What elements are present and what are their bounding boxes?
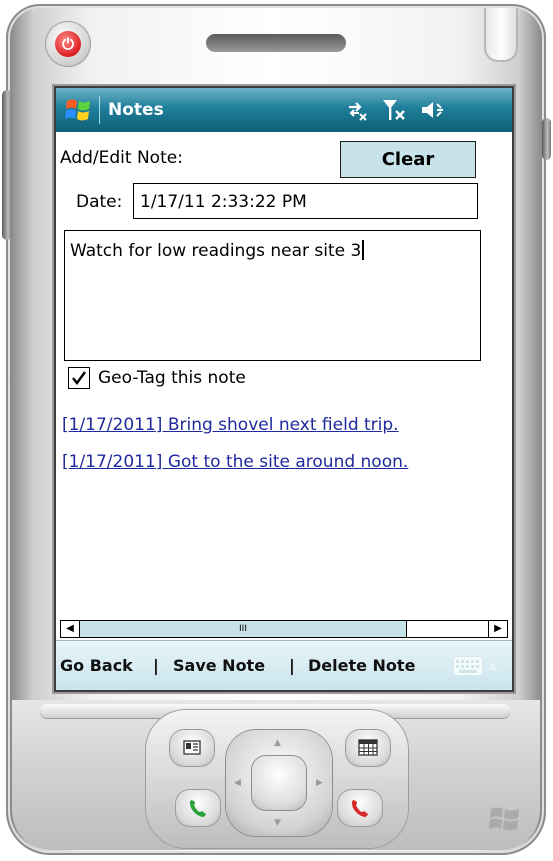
save-note-button[interactable]: Save Note (173, 641, 265, 690)
app-title: Notes (108, 100, 164, 120)
note-text: Watch for low readings near site 3 (70, 241, 362, 261)
menu-bar: Go Back | Save Note | Delete Note ▲ (56, 640, 512, 690)
side-button-left[interactable] (2, 90, 12, 240)
menu-separator: | (153, 656, 159, 675)
calendar-key[interactable] (346, 730, 390, 766)
title-bar: Notes (56, 88, 512, 132)
title-separator (99, 96, 100, 124)
date-value: 1/17/11 2:33:22 PM (140, 192, 307, 212)
side-button-right[interactable] (542, 118, 551, 160)
speaker-grille (206, 34, 346, 52)
end-call-key[interactable] (338, 790, 382, 826)
signal-off-icon[interactable] (381, 98, 407, 122)
dpad-right-icon[interactable]: ▶ (316, 778, 323, 788)
text-caret (362, 240, 365, 260)
scroll-right-arrow[interactable]: ▶ (488, 621, 507, 637)
dpad-down-icon[interactable]: ▼ (274, 818, 281, 828)
contact-card-icon (183, 740, 201, 755)
call-key[interactable] (176, 790, 220, 826)
power-button[interactable]: ⏻ (46, 22, 90, 66)
chevron-up-icon[interactable]: ▲ (488, 658, 497, 672)
go-back-button[interactable]: Go Back (60, 641, 133, 690)
form-heading: Add/Edit Note: (60, 148, 183, 168)
note-list-item[interactable]: [1/17/2011] Got to the site around noon. (62, 452, 408, 472)
screen: Notes Add/Edit Note: Clear Date: 1/17/11… (56, 88, 512, 690)
horizontal-scrollbar[interactable]: ◀ III ▶ (60, 620, 508, 638)
status-icons (346, 98, 454, 124)
geotag-label[interactable]: Geo-Tag this note (98, 368, 246, 388)
scrollbar-thumb[interactable]: III (80, 621, 407, 637)
clear-button[interactable]: Clear (340, 141, 476, 178)
dpad-select-button[interactable] (252, 756, 306, 810)
date-field[interactable]: 1/17/11 2:33:22 PM (133, 183, 478, 219)
power-icon: ⏻ (55, 31, 81, 57)
volume-icon[interactable] (420, 99, 446, 121)
phone-call-icon (190, 800, 206, 817)
windows-start-flag-icon[interactable] (64, 96, 94, 124)
checkmark-icon (72, 371, 86, 385)
note-textarea[interactable]: Watch for low readings near site 3 (64, 230, 481, 361)
contacts-key[interactable] (170, 730, 214, 766)
dpad-up-icon[interactable]: ▲ (274, 738, 281, 748)
windows-logo-icon (489, 807, 519, 831)
keyboard-icon[interactable] (453, 656, 483, 676)
stylus-slot (484, 8, 518, 62)
dpad-left-icon[interactable]: ◀ (234, 778, 241, 788)
connectivity-icon[interactable] (346, 99, 368, 121)
date-label: Date: (76, 192, 123, 212)
menu-separator: | (289, 656, 295, 675)
geotag-checkbox[interactable] (68, 367, 90, 389)
calendar-icon (358, 739, 378, 756)
end-call-icon (352, 800, 368, 817)
scroll-left-arrow[interactable]: ◀ (61, 621, 80, 637)
delete-note-button[interactable]: Delete Note (308, 641, 415, 690)
note-list-item[interactable]: [1/17/2011] Bring shovel next field trip… (62, 415, 399, 435)
